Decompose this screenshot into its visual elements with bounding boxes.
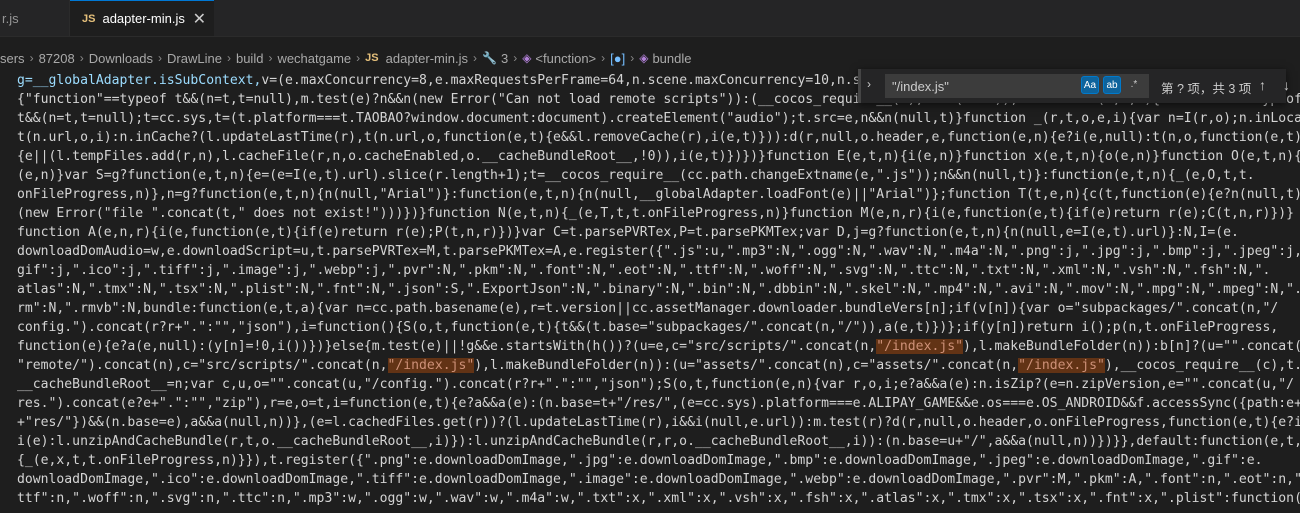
code-line: res.").concat(e?e+".":"","zip"),r=e,o=t,…	[17, 396, 1300, 411]
code-line: onFileProgress,n)},n=g?function(e,t,n){n…	[17, 187, 1300, 202]
chevron-right-icon: ›	[226, 51, 231, 65]
tab-label: adapter-min.js	[102, 11, 185, 26]
breadcrumb-item-users[interactable]: sers	[0, 51, 25, 66]
breadcrumb-item-variable[interactable]: [●]	[610, 51, 625, 66]
js-file-icon: JS	[365, 52, 379, 64]
search-match: "/index.js"	[1018, 358, 1105, 373]
breadcrumb-item-drawline[interactable]: DrawLine	[167, 51, 222, 66]
code-line: ttf":n,".woff":n,".svg":n,".ttc":n,".mp3…	[17, 491, 1300, 506]
code-line: downloadDomImage,".ico":e.downloadDomIma…	[17, 472, 1300, 487]
code-line: downloadDomAudio=w,e.downloadScript=u,t.…	[17, 244, 1300, 259]
find-widget: › Aa ab .* 第 ? 项，共 3 项 ↑ ↓ ≡ ✕	[858, 69, 1290, 103]
code-line: config.").concat(r?r+".":"","json"),i=fu…	[17, 320, 1279, 335]
arrow-up-icon[interactable]: ↑	[1259, 76, 1266, 94]
code-line: __cacheBundleRoot__=n;var c,u,o="".conca…	[17, 377, 1295, 392]
tab-inactive-file[interactable]: r.js	[0, 0, 70, 36]
wrench-icon: 🔧	[482, 51, 497, 65]
search-match: "/index.js"	[387, 358, 475, 373]
code-text: ),l.makeBundleFolder(n)):(u="assets/".co…	[474, 358, 1019, 373]
code-line: function(e){e?a(e,null):(y[n]=!0,i())})}…	[17, 337, 1300, 356]
code-line: function A(e,n,r){i(e,function(e,t){if(e…	[17, 225, 1239, 240]
search-match: "/index.js"	[876, 339, 963, 354]
chevron-right-icon: ›	[473, 51, 477, 65]
cube-icon: ◈	[639, 51, 649, 65]
match-count: 第 ? 项，共 3 项	[1161, 82, 1252, 96]
chevron-right-icon: ›	[268, 51, 273, 65]
close-icon[interactable]: ✕	[193, 9, 206, 29]
code-text: "remote/").concat(n),c="src/scripts/".co…	[17, 358, 388, 373]
js-file-icon: JS	[82, 12, 96, 25]
code-line: rm":N,".rmvb":N,bundle:function(e,t,a){v…	[17, 301, 1279, 316]
code-line: {_(e,x,t,t.onFileProgress,n)}}),t.regist…	[17, 453, 1263, 468]
arrow-down-icon[interactable]: ↓	[1283, 76, 1290, 94]
chevron-right-icon: ›	[158, 51, 163, 65]
tab-label: r.js	[2, 10, 19, 26]
code-text: function(e){e?a(e,null):(y[n]=!0,i())})}…	[17, 339, 877, 354]
whole-word-toggle[interactable]: ab	[1103, 76, 1121, 94]
chevron-right-icon: ›	[356, 51, 361, 65]
breadcrumb-item-build[interactable]: build	[236, 51, 263, 66]
code-text: ),l.makeBundleFolder(n)):b[n]?(u="".conc…	[962, 339, 1300, 354]
code-text: v=(e.maxConcurrency=8,e.maxRequestsPerFr…	[261, 73, 885, 88]
regex-toggle[interactable]: .*	[1125, 76, 1143, 94]
code-line: atlas":N,".tmx":N,".tsx":N,".plist":N,".…	[17, 282, 1300, 297]
code-line: (e,n)}var S=g?function(e,t,n){e=(e=I(e,t…	[17, 168, 1255, 183]
chevron-right-icon: ›	[513, 51, 518, 65]
tab-adapter-min-js[interactable]: JS adapter-min.js ✕	[70, 0, 214, 36]
breadcrumb-item-symbol-3[interactable]: 3	[501, 51, 508, 66]
code-text: g=__globalAdapter.isSubContext,	[17, 73, 262, 88]
code-line: {e||(l.tempFiles.add(r,n),l.cacheFile(r,…	[17, 149, 1300, 164]
code-line: t(n.url,o,i):n.inCache?(l.updateLastTime…	[17, 130, 1300, 145]
cube-icon: ◈	[522, 51, 532, 65]
code-line: (new Error("file ".concat(t," does not e…	[17, 206, 1295, 221]
code-line: gif":j,".ico":j,".tiff":j,".image":j,".w…	[17, 263, 1271, 278]
code-line: t&&(n=t,t=null);t=cc.sys,t=(t.platform==…	[17, 111, 1300, 126]
breadcrumb: sers › 87208 › Downloads › DrawLine › bu…	[0, 47, 1300, 69]
code-line: i(e):l.unzipAndCacheBundle(r,t,o.__cache…	[17, 434, 1300, 449]
breadcrumb-item-user[interactable]: 87208	[39, 51, 75, 66]
chevron-right-icon: ›	[79, 51, 84, 65]
code-line: +"res/"})&&(n.base=e),a&&a(null,n))},(e=…	[17, 415, 1300, 430]
chevron-right-icon: ›	[29, 51, 34, 65]
breadcrumb-item-wechatgame[interactable]: wechatgame	[277, 51, 351, 66]
breadcrumb-item-function[interactable]: <function>	[535, 51, 596, 66]
tab-bar: r.js JS adapter-min.js ✕	[0, 0, 1300, 37]
breadcrumb-item-downloads[interactable]: Downloads	[89, 51, 153, 66]
breadcrumb-item-bundle[interactable]: bundle	[652, 51, 691, 66]
breadcrumb-item-file[interactable]: adapter-min.js	[386, 51, 468, 66]
code-line: "remote/").concat(n),c="src/scripts/".co…	[17, 356, 1300, 375]
code-text: ),__cocos_require__(c),t.	[1104, 358, 1300, 373]
chevron-right-icon: ›	[601, 51, 606, 65]
match-case-toggle[interactable]: Aa	[1081, 76, 1099, 94]
chevron-right-icon[interactable]: ›	[867, 77, 871, 91]
chevron-right-icon: ›	[630, 51, 635, 65]
code-editor[interactable]: g=__globalAdapter.isSubContext,v=(e.maxC…	[0, 71, 1300, 513]
code-line: g=__globalAdapter.isSubContext,v=(e.maxC…	[17, 71, 884, 90]
